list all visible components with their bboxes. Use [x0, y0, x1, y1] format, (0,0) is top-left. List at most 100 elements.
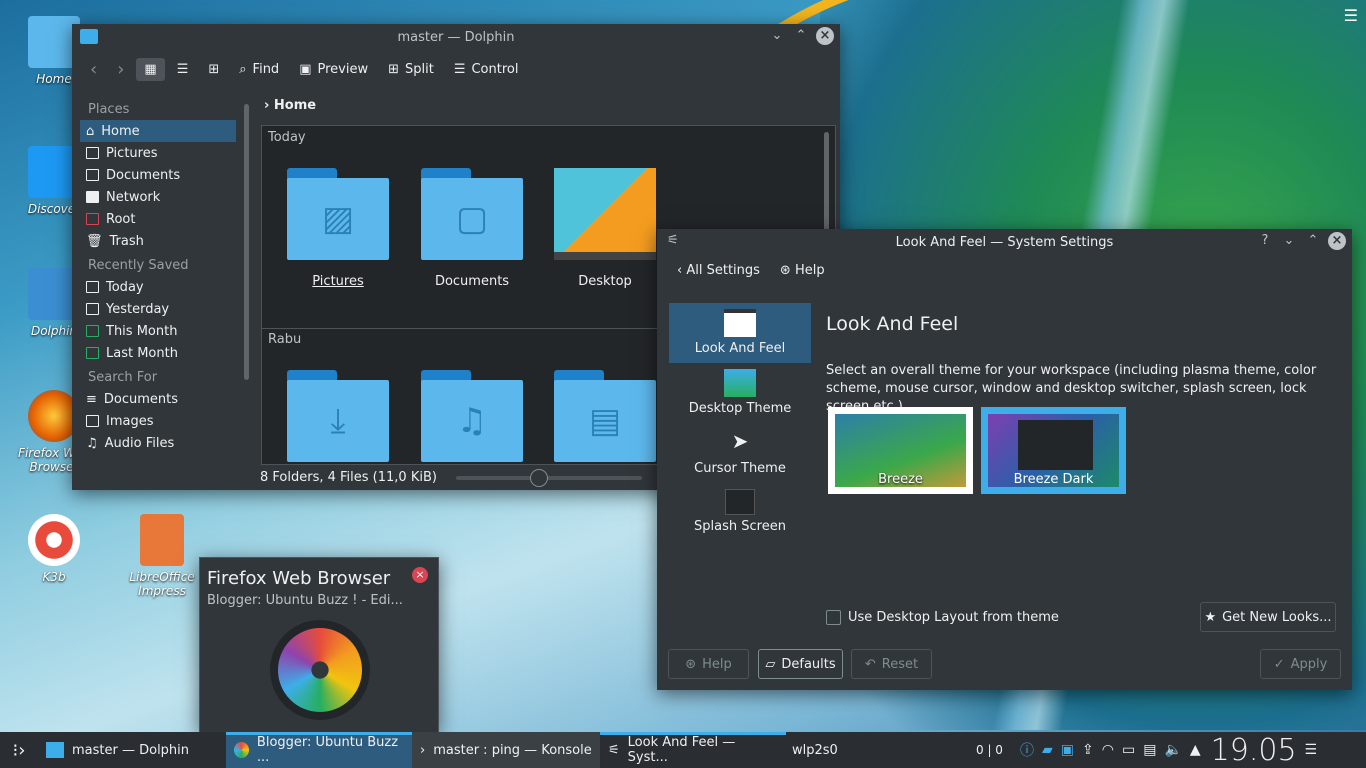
defaults-button[interactable]: ▱Defaults	[758, 649, 843, 679]
places-header: Places	[80, 96, 236, 120]
theme-breeze-dark[interactable]: Breeze Dark	[981, 407, 1126, 494]
recent-today[interactable]: Today	[80, 276, 236, 298]
clock[interactable]: 19.05	[1211, 733, 1297, 768]
settings-icon: ⚟	[608, 743, 620, 758]
calendar-icon	[86, 325, 99, 337]
info-icon[interactable]: ⓘ	[1020, 740, 1034, 760]
recent-header: Recently Saved	[80, 252, 236, 276]
settings-titlebar[interactable]: ⚟ Look And Feel — System Settings ?⌄⌃×	[657, 229, 1352, 255]
network-rate: 0 | 0	[976, 743, 1016, 757]
close-button[interactable]: ×	[1328, 232, 1346, 250]
upload-icon[interactable]: ⇪	[1082, 742, 1094, 758]
task-firefox[interactable]: Blogger: Ubuntu Buzz ...	[226, 732, 412, 768]
search-audio[interactable]: ♫Audio Files	[80, 432, 236, 454]
preview-button[interactable]: ▣Preview	[291, 58, 376, 81]
dolphin-app-icon	[80, 29, 98, 44]
desktop-icon-impress[interactable]: LibreOffice Impress	[122, 514, 202, 598]
zoom-slider[interactable]	[456, 476, 642, 480]
expand-tray-icon[interactable]: ▲	[1190, 742, 1201, 758]
folder-videos[interactable]: ▤	[554, 370, 656, 462]
minimize-button[interactable]: ⌄	[768, 27, 786, 45]
task-settings[interactable]: ⚟Look And Feel — Syst...	[600, 732, 786, 768]
place-network[interactable]: Network	[80, 186, 236, 208]
search-images[interactable]: Images	[80, 410, 236, 432]
find-button[interactable]: ⌕Find	[231, 58, 287, 81]
task-konsole[interactable]: ›master : ping — Konsole	[412, 732, 600, 768]
zoom-slider-handle[interactable]	[530, 469, 548, 487]
window-title: Look And Feel — System Settings	[896, 235, 1114, 250]
reset-button[interactable]: ↶Reset	[851, 649, 932, 679]
help-top-button[interactable]: ⊛ Help	[780, 263, 825, 287]
search-documents[interactable]: ≡Documents	[80, 388, 236, 410]
category-splash-screen[interactable]: Splash Screen	[669, 483, 811, 543]
wifi-icon[interactable]: ◠	[1102, 742, 1114, 758]
network-monitor-label: wlp2s0	[786, 743, 976, 758]
network-icon	[86, 191, 99, 203]
application-launcher[interactable]: ⁝›	[0, 740, 38, 761]
chromium-icon	[234, 742, 249, 758]
help-button[interactable]: ?	[1256, 232, 1274, 250]
place-home[interactable]: ⌂Home	[80, 120, 236, 142]
control-button[interactable]: ☰Control	[446, 58, 527, 81]
settings-toolbar: ‹ All Settings ⊛ Help	[657, 255, 1352, 295]
apply-button[interactable]: ✓Apply	[1260, 649, 1341, 679]
all-settings-button[interactable]: ‹ All Settings	[677, 263, 760, 287]
search-header: Search For	[80, 364, 236, 388]
file-view-scrollbar[interactable]	[824, 132, 829, 232]
menu-icon: ☰	[454, 62, 466, 77]
split-button[interactable]: ⊞Split	[380, 58, 442, 81]
help-button[interactable]: ⊛Help	[668, 649, 749, 679]
place-pictures[interactable]: Pictures	[80, 142, 236, 164]
task-dolphin[interactable]: master — Dolphin	[38, 732, 226, 768]
use-desktop-layout-checkbox[interactable]: Use Desktop Layout from theme	[826, 610, 1059, 625]
file-label: Desktop	[545, 274, 665, 289]
maximize-button[interactable]: ⌃	[1304, 232, 1322, 250]
tooltip-close-button[interactable]: ×	[412, 567, 428, 583]
theme-breeze[interactable]: Breeze	[828, 407, 973, 494]
battery-icon[interactable]: ▭	[1122, 742, 1135, 758]
back-button[interactable]: ‹	[82, 55, 105, 84]
updates-icon[interactable]: ▣	[1061, 742, 1074, 758]
desktop-icon-k3b[interactable]: K3b	[14, 514, 94, 584]
category-cursor-theme[interactable]: ➤Cursor Theme	[669, 423, 811, 483]
folder-downloads[interactable]: ⤓	[287, 370, 389, 462]
group-header-today: Today	[268, 130, 306, 145]
trash-icon: 🗑	[86, 234, 103, 249]
forward-button[interactable]: ›	[109, 55, 132, 84]
category-look-and-feel[interactable]: Look And Feel	[669, 303, 811, 363]
place-trash[interactable]: 🗑Trash	[80, 230, 236, 252]
dolphin-titlebar[interactable]: master — Dolphin ⌄⌃×	[72, 24, 840, 50]
recent-yesterday[interactable]: Yesterday	[80, 298, 236, 320]
volume-icon[interactable]: 🔈	[1164, 742, 1181, 758]
split-icon: ⊞	[388, 62, 399, 77]
category-desktop-theme[interactable]: Desktop Theme	[669, 363, 811, 423]
get-new-looks-button[interactable]: ★Get New Looks...	[1200, 602, 1336, 632]
status-text: 8 Folders, 4 Files (11,0 KiB)	[260, 470, 437, 485]
folder-documents[interactable]: ▢	[421, 168, 523, 260]
taskbar-tooltip: Firefox Web Browser × Blogger: Ubuntu Bu…	[199, 557, 439, 732]
image-icon: ▨	[287, 178, 389, 260]
compact-view-button[interactable]: ⊞	[200, 58, 227, 81]
icons-view-button[interactable]: ▦	[136, 58, 164, 81]
checkbox[interactable]	[826, 610, 841, 625]
place-documents[interactable]: Documents	[80, 164, 236, 186]
home-icon: ⌂	[86, 124, 94, 139]
panel-menu-icon[interactable]: ☰	[1305, 742, 1318, 758]
clipboard-icon[interactable]: ▤	[1143, 742, 1156, 758]
recent-this-month[interactable]: This Month	[80, 320, 236, 342]
desktop-theme-icon	[724, 369, 756, 397]
breadcrumb[interactable]: › Home	[264, 98, 316, 113]
folder-music[interactable]: ♫	[421, 370, 523, 462]
desktop-menu-button[interactable]: ☰	[1344, 6, 1358, 25]
places-scrollbar[interactable]	[244, 104, 249, 380]
dolphin-icon	[46, 742, 64, 758]
folder-pictures[interactable]: ▨	[287, 168, 389, 260]
folder-desktop[interactable]	[554, 168, 656, 260]
recent-last-month[interactable]: Last Month	[80, 342, 236, 364]
details-view-button[interactable]: ☰	[169, 58, 197, 81]
place-root[interactable]: Root	[80, 208, 236, 230]
close-button[interactable]: ×	[816, 27, 834, 45]
notes-icon[interactable]: ▰	[1042, 742, 1053, 758]
maximize-button[interactable]: ⌃	[792, 27, 810, 45]
minimize-button[interactable]: ⌄	[1280, 232, 1298, 250]
